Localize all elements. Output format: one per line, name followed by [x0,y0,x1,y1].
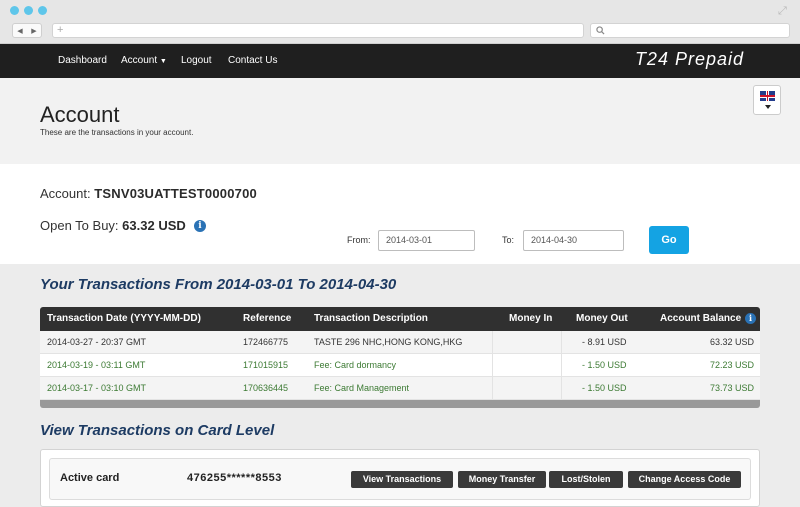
card-panel: Active card 476255******8553 View Transa… [40,449,760,507]
new-tab-icon[interactable]: + [57,24,63,36]
window-close-dot[interactable] [10,6,19,15]
account-number: TSNV03UATTEST0000700 [94,186,257,201]
card-number: 476255******8553 [187,472,282,484]
row-date: 2014-03-19 - 03:11 GMT [47,360,146,370]
row-description: TASTE 296 NHC,HONG KONG,HKG [314,337,463,347]
expand-icon[interactable]: ⤢ [778,5,790,17]
uk-flag-icon [760,91,775,101]
top-navbar: Dashboard Account ▼ Logout Contact Us T2… [0,44,800,78]
page-title: Account [40,102,120,127]
table-row: 2014-03-19 - 03:11 GMT 171015915 Fee: Ca… [40,354,760,377]
nav-account[interactable]: Account ▼ [121,55,167,66]
row-reference: 171015915 [243,360,289,370]
address-bar[interactable]: + [52,23,584,38]
row-date: 2014-03-27 - 20:37 GMT [47,337,147,347]
account-label: Account: [40,186,91,201]
open-to-buy-value: 63.32 USD [122,218,186,233]
row-date: 2014-03-17 - 03:10 GMT [47,383,147,393]
card-status-label: Active card [60,472,120,484]
search-icon [596,26,605,35]
view-transactions-button[interactable]: View Transactions [351,471,453,488]
row-reference: 170636445 [243,383,289,393]
row-money-out: - 1.50 USD [582,383,627,393]
nav-account-label: Account [121,55,158,66]
brand-logo[interactable]: T24 Prepaid [635,49,744,70]
row-description: Fee: Card dormancy [314,360,397,370]
info-icon[interactable]: i [194,220,206,232]
row-balance: 73.73 USD [709,383,754,393]
transactions-title: Your Transactions From 2014-03-01 To 201… [40,276,397,293]
col-description: Transaction Description [314,313,428,324]
row-money-out: - 8.91 USD [582,337,627,347]
go-button[interactable]: Go [649,226,689,254]
to-label: To: [502,235,515,245]
nav-dashboard[interactable]: Dashboard [58,55,107,66]
lost-stolen-button[interactable]: Lost/Stolen [549,471,623,488]
card-level-title: View Transactions on Card Level [40,422,275,439]
table-header: Transaction Date (YYYY-MM-DD) Reference … [40,307,760,331]
window-minimize-dot[interactable] [24,6,33,15]
browser-search-bar[interactable] [590,23,790,38]
page-header: Account These are the transactions in yo… [0,78,800,164]
back-forward-buttons[interactable]: ◀ ▶ [12,23,42,38]
money-transfer-button[interactable]: Money Transfer [458,471,546,488]
from-date-input[interactable]: 2014-03-01 [378,230,475,251]
table-row: 2014-03-17 - 03:10 GMT 170636445 Fee: Ca… [40,377,760,400]
open-to-buy-row: Open To Buy: 63.32 USD [40,218,186,233]
row-money-out: - 1.50 USD [582,360,627,370]
forward-icon[interactable]: ▶ [31,27,36,35]
col-date: Transaction Date (YYYY-MM-DD) [47,313,201,324]
info-icon[interactable]: i [745,313,756,324]
page-subtitle: These are the transactions in your accou… [40,128,194,137]
row-description: Fee: Card Management [314,383,410,393]
scrollbar-thumb[interactable] [40,400,760,408]
col-reference: Reference [243,313,292,324]
browser-chrome: ⤢ ◀ ▶ + [0,0,800,44]
nav-logout[interactable]: Logout [181,55,212,66]
row-balance: 63.32 USD [709,337,754,347]
chevron-down-icon [765,105,771,109]
col-money-out: Money Out [576,313,628,324]
open-to-buy-label: Open To Buy: [40,218,119,233]
card-row: Active card 476255******8553 View Transa… [49,458,751,500]
col-balance: Account Balance [660,313,742,324]
back-icon[interactable]: ◀ [17,27,22,35]
account-number-row: Account: TSNV03UATTEST0000700 [40,186,257,201]
to-date-input[interactable]: 2014-04-30 [523,230,624,251]
col-money-in: Money In [509,313,553,324]
table-scrollbar[interactable] [40,400,760,408]
nav-contact-us[interactable]: Contact Us [228,55,277,66]
from-label: From: [347,235,371,245]
chevron-down-icon: ▼ [159,58,167,65]
change-access-code-button[interactable]: Change Access Code [628,471,741,488]
language-selector[interactable] [753,85,781,115]
row-reference: 172466775 [243,337,289,347]
window-maximize-dot[interactable] [38,6,47,15]
table-row: 2014-03-27 - 20:37 GMT 172466775 TASTE 2… [40,331,760,354]
row-balance: 72.23 USD [709,360,754,370]
